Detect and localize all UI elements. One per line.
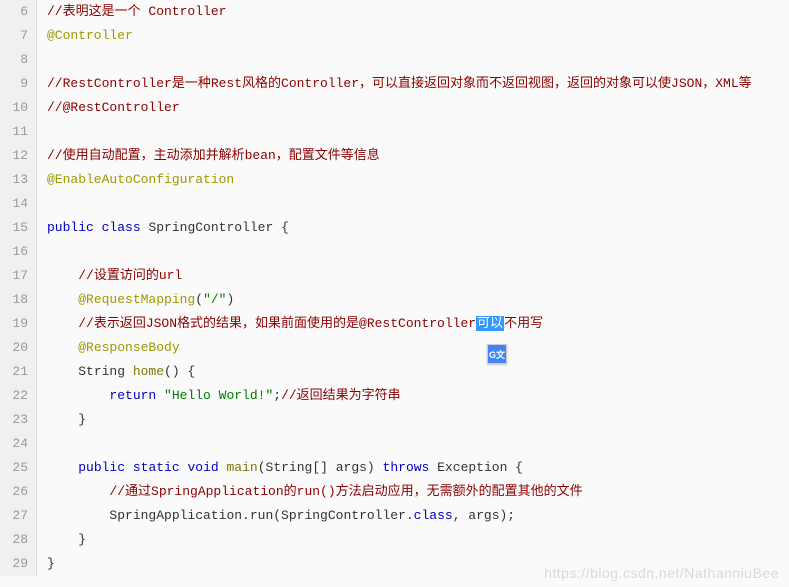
code-token: } xyxy=(47,556,55,571)
code-line xyxy=(47,240,789,264)
code-token: class xyxy=(414,508,453,523)
code-line: } xyxy=(47,408,789,432)
code-line: String home() { xyxy=(47,360,789,384)
code-line: //@RestController xyxy=(47,96,789,120)
code-token: (String[] args) xyxy=(258,460,383,475)
code-token: "Hello World!" xyxy=(164,388,273,403)
line-number: 17 xyxy=(4,264,28,288)
code-line xyxy=(47,432,789,456)
code-line: return "Hello World!";//返回结果为字符串 xyxy=(47,384,789,408)
code-token: //@RestController xyxy=(47,100,180,115)
code-token: main xyxy=(227,460,258,475)
code-line: public class SpringController { xyxy=(47,216,789,240)
code-token: 不用写 xyxy=(504,316,543,331)
google-translate-icon[interactable]: G文 xyxy=(487,344,507,364)
code-token: //RestController是一种Rest风格的Controller，可以直… xyxy=(47,76,752,91)
code-line: //设置访问的url xyxy=(47,264,789,288)
line-number-gutter: 6789101112131415161718192021222324252627… xyxy=(0,0,37,576)
code-token: //设置访问的url xyxy=(78,268,182,283)
code-token: public xyxy=(78,460,125,475)
line-number: 12 xyxy=(4,144,28,168)
code-token: //通过SpringApplication的run()方法启动应用，无需额外的配… xyxy=(109,484,582,499)
code-token: static xyxy=(133,460,180,475)
line-number: 6 xyxy=(4,0,28,24)
code-token: //表明这是一个 Controller xyxy=(47,4,226,19)
code-token xyxy=(125,460,133,475)
code-line: @EnableAutoConfiguration xyxy=(47,168,789,192)
line-number: 28 xyxy=(4,528,28,552)
code-line xyxy=(47,192,789,216)
code-token: //使用自动配置，主动添加并解析bean，配置文件等信息 xyxy=(47,148,380,163)
code-line: @ResponseBody xyxy=(47,336,789,360)
code-line: } xyxy=(47,528,789,552)
code-token: void xyxy=(187,460,218,475)
line-number: 15 xyxy=(4,216,28,240)
code-token: SpringApplication.run(SpringController. xyxy=(109,508,413,523)
line-number: 19 xyxy=(4,312,28,336)
code-token: SpringController { xyxy=(141,220,289,235)
line-number: 24 xyxy=(4,432,28,456)
code-editor: 6789101112131415161718192021222324252627… xyxy=(0,0,789,576)
watermark-text: https://blog.csdn.net/NathanniuBee xyxy=(544,565,779,581)
code-token: //返回结果为字符串 xyxy=(281,388,401,403)
code-token: } xyxy=(78,532,86,547)
code-line: //通过SpringApplication的run()方法启动应用，无需额外的配… xyxy=(47,480,789,504)
code-token: //表示返回JSON格式的结果，如果前面使用的是@RestController xyxy=(78,316,476,331)
code-token: @Controller xyxy=(47,28,133,43)
line-number: 8 xyxy=(4,48,28,72)
code-line: //RestController是一种Rest风格的Controller，可以直… xyxy=(47,72,789,96)
code-token: home xyxy=(133,364,164,379)
line-number: 29 xyxy=(4,552,28,576)
line-number: 22 xyxy=(4,384,28,408)
line-number: 16 xyxy=(4,240,28,264)
code-token: return xyxy=(109,388,156,403)
code-line: SpringApplication.run(SpringController.c… xyxy=(47,504,789,528)
code-token: @ResponseBody xyxy=(78,340,179,355)
code-token: "/" xyxy=(203,292,226,307)
line-number: 18 xyxy=(4,288,28,312)
line-number: 7 xyxy=(4,24,28,48)
code-line xyxy=(47,48,789,72)
code-token: public xyxy=(47,220,94,235)
code-token: } xyxy=(78,412,86,427)
line-number: 26 xyxy=(4,480,28,504)
line-number: 14 xyxy=(4,192,28,216)
line-number: 27 xyxy=(4,504,28,528)
code-token xyxy=(219,460,227,475)
code-token: @EnableAutoConfiguration xyxy=(47,172,234,187)
translate-icon-label: G文 xyxy=(489,348,505,361)
code-line xyxy=(47,120,789,144)
code-line: //表示返回JSON格式的结果，如果前面使用的是@RestController可… xyxy=(47,312,789,336)
code-line: @RequestMapping("/") xyxy=(47,288,789,312)
code-line: //使用自动配置，主动添加并解析bean，配置文件等信息 xyxy=(47,144,789,168)
line-number: 23 xyxy=(4,408,28,432)
line-number: 13 xyxy=(4,168,28,192)
code-token: ( xyxy=(195,292,203,307)
code-token: String xyxy=(78,364,133,379)
code-token: Exception { xyxy=(429,460,523,475)
code-token: () { xyxy=(164,364,195,379)
line-number: 11 xyxy=(4,120,28,144)
code-token: throws xyxy=(383,460,430,475)
line-number: 21 xyxy=(4,360,28,384)
code-token xyxy=(94,220,102,235)
code-line: //表明这是一个 Controller xyxy=(47,0,789,24)
code-area[interactable]: //表明这是一个 Controller @Controller //RestCont… xyxy=(37,0,789,576)
code-token xyxy=(156,388,164,403)
code-line: @Controller xyxy=(47,24,789,48)
code-token: , args); xyxy=(453,508,515,523)
code-token: class xyxy=(102,220,141,235)
code-token: @RequestMapping xyxy=(78,292,195,307)
code-token: 可以 xyxy=(476,316,504,331)
code-token: ; xyxy=(273,388,281,403)
line-number: 25 xyxy=(4,456,28,480)
code-line: public static void main(String[] args) t… xyxy=(47,456,789,480)
line-number: 20 xyxy=(4,336,28,360)
line-number: 10 xyxy=(4,96,28,120)
code-token: ) xyxy=(226,292,234,307)
line-number: 9 xyxy=(4,72,28,96)
